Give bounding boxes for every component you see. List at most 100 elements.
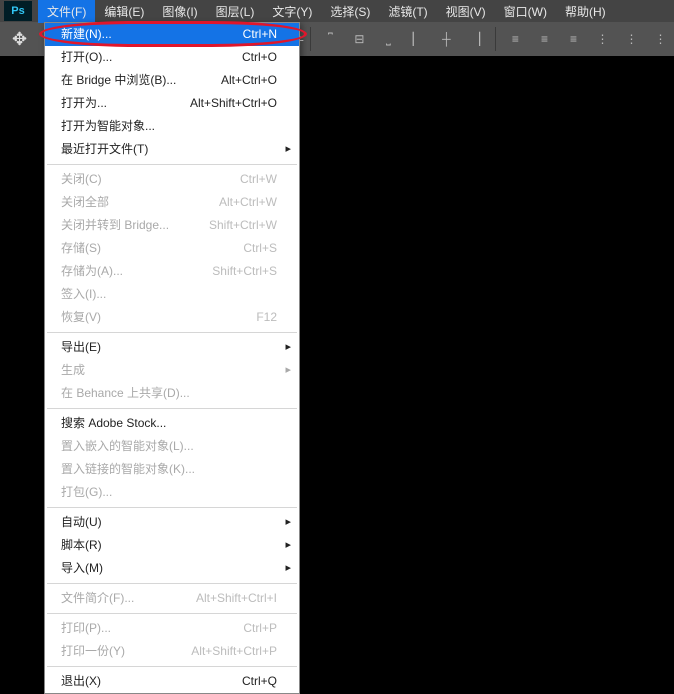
menu-item: 在 Behance 上共享(D)... — [45, 382, 299, 405]
menu-item: 关闭并转到 Bridge... Shift+Ctrl+W — [45, 214, 299, 237]
move-tool-icon[interactable]: ✥ — [6, 25, 33, 53]
menu-item-shortcut: Alt+Shift+Ctrl+O — [190, 95, 277, 112]
menu-item-label: 打包(G)... — [61, 484, 112, 501]
menu-2[interactable]: 图像(I) — [153, 0, 206, 23]
menu-separator — [47, 332, 297, 333]
menu-item[interactable]: 导出(E) — [45, 336, 299, 359]
menu-item: 生成 — [45, 359, 299, 382]
menu-item[interactable]: 新建(N)... Ctrl+N — [45, 23, 299, 46]
menu-item[interactable]: 导入(M) — [45, 557, 299, 580]
menu-item-label: 文件简介(F)... — [61, 590, 134, 607]
menu-item-shortcut: Alt+Shift+Ctrl+P — [191, 643, 277, 660]
menu-item-label: 打开为智能对象... — [61, 118, 155, 135]
menu-item-label: 关闭(C) — [61, 171, 102, 188]
menu-5[interactable]: 选择(S) — [321, 0, 379, 23]
menu-item-label: 自动(U) — [61, 514, 102, 531]
app-logo-text: Ps — [11, 5, 24, 17]
menu-separator — [47, 583, 297, 584]
align-bottom-icon[interactable]: ⎵ — [375, 25, 402, 53]
menu-8[interactable]: 窗口(W) — [495, 0, 556, 23]
distribute-left-icon[interactable]: ⋮ — [589, 25, 616, 53]
menu-item: 打包(G)... — [45, 481, 299, 504]
menu-item-shortcut: Ctrl+Q — [242, 673, 277, 690]
menu-item: 签入(I)... — [45, 283, 299, 306]
menu-6[interactable]: 滤镜(T) — [379, 0, 436, 23]
menu-item-shortcut: Ctrl+S — [243, 240, 277, 257]
menu-item-shortcut: Shift+Ctrl+S — [212, 263, 277, 280]
menu-9[interactable]: 帮助(H) — [556, 0, 615, 23]
menu-item[interactable]: 退出(X) Ctrl+Q — [45, 670, 299, 693]
menu-item-shortcut: Alt+Shift+Ctrl+I — [196, 590, 277, 607]
menu-item[interactable]: 打开为智能对象... — [45, 115, 299, 138]
menu-item-label: 打印(P)... — [61, 620, 111, 637]
menu-item[interactable]: 最近打开文件(T) — [45, 138, 299, 161]
menu-separator — [47, 613, 297, 614]
menu-item[interactable]: 在 Bridge 中浏览(B)... Alt+Ctrl+O — [45, 69, 299, 92]
menu-item-shortcut: Ctrl+W — [240, 171, 277, 188]
menu-3[interactable]: 图层(L) — [207, 0, 264, 23]
menu-item: 关闭(C) Ctrl+W — [45, 168, 299, 191]
menu-item: 文件简介(F)... Alt+Shift+Ctrl+I — [45, 587, 299, 610]
menu-item: 关闭全部 Alt+Ctrl+W — [45, 191, 299, 214]
menu-item: 置入嵌入的智能对象(L)... — [45, 435, 299, 458]
menu-item-label: 打开(O)... — [61, 49, 112, 66]
menu-item-shortcut: Ctrl+P — [243, 620, 277, 637]
menu-item[interactable]: 搜索 Adobe Stock... — [45, 412, 299, 435]
menu-item-label: 新建(N)... — [61, 26, 112, 43]
align-vcenter-icon[interactable]: ⊟ — [346, 25, 373, 53]
menu-item-label: 脚本(R) — [61, 537, 102, 554]
menu-item-shortcut: Shift+Ctrl+W — [209, 217, 277, 234]
menu-item-label: 置入链接的智能对象(K)... — [61, 461, 195, 478]
menu-item: 打印(P)... Ctrl+P — [45, 617, 299, 640]
menu-separator — [47, 666, 297, 667]
align-top-icon[interactable]: ⎴ — [317, 25, 344, 53]
distribute-right-icon[interactable]: ⋮ — [647, 25, 674, 53]
menu-item: 置入链接的智能对象(K)... — [45, 458, 299, 481]
menu-item-label: 恢复(V) — [61, 309, 101, 326]
separator — [495, 27, 496, 51]
menu-item: 存储(S)Ctrl+S — [45, 237, 299, 260]
menu-item-label: 打印一份(Y) — [61, 643, 125, 660]
menu-item-label: 生成 — [61, 362, 85, 379]
menu-7[interactable]: 视图(V) — [437, 0, 495, 23]
menu-item-label: 在 Behance 上共享(D)... — [61, 385, 190, 402]
menu-item-shortcut: Ctrl+O — [242, 49, 277, 66]
menu-item[interactable]: 打开(O)... Ctrl+O — [45, 46, 299, 69]
menu-separator — [47, 408, 297, 409]
menu-item[interactable]: 自动(U) — [45, 511, 299, 534]
menu-item-shortcut: F12 — [256, 309, 277, 326]
menu-item-label: 最近打开文件(T) — [61, 141, 148, 158]
menu-item-shortcut: Ctrl+N — [243, 26, 277, 43]
menu-item-label: 导出(E) — [61, 339, 101, 356]
menu-item[interactable]: 脚本(R) — [45, 534, 299, 557]
menubar: Ps 文件(F)编辑(E)图像(I)图层(L)文字(Y)选择(S)滤镜(T)视图… — [0, 0, 674, 22]
distribute-bottom-icon[interactable]: ≡ — [560, 25, 587, 53]
menu-item: 存储为(A)... Shift+Ctrl+S — [45, 260, 299, 283]
menu-item-label: 打开为... — [61, 95, 107, 112]
menu-item-label: 签入(I)... — [61, 286, 106, 303]
menu-item-label: 退出(X) — [61, 673, 101, 690]
menu-item-shortcut: Alt+Ctrl+W — [219, 194, 277, 211]
menu-item-label: 关闭并转到 Bridge... — [61, 217, 169, 234]
menu-item-label: 关闭全部 — [61, 194, 109, 211]
menu-item-label: 存储为(A)... — [61, 263, 123, 280]
distribute-top-icon[interactable]: ≡ — [502, 25, 529, 53]
align-right-icon[interactable]: ▕ — [462, 25, 489, 53]
menu-item-shortcut: Alt+Ctrl+O — [221, 72, 277, 89]
menu-item-label: 在 Bridge 中浏览(B)... — [61, 72, 176, 89]
menu-0[interactable]: 文件(F) — [38, 0, 95, 23]
align-left-icon[interactable]: ▏ — [404, 25, 431, 53]
distribute-hcenter-icon[interactable]: ⋮ — [618, 25, 645, 53]
distribute-vcenter-icon[interactable]: ≡ — [531, 25, 558, 53]
menu-item-label: 搜索 Adobe Stock... — [61, 415, 166, 432]
menu-1[interactable]: 编辑(E) — [95, 0, 153, 23]
menu-separator — [47, 164, 297, 165]
align-hcenter-icon[interactable]: ┼ — [433, 25, 460, 53]
separator — [310, 27, 311, 51]
menu-item[interactable]: 打开为... Alt+Shift+Ctrl+O — [45, 92, 299, 115]
menu-item: 恢复(V) F12 — [45, 306, 299, 329]
menu-4[interactable]: 文字(Y) — [263, 0, 321, 23]
app-logo: Ps — [4, 1, 32, 21]
menu-item-label: 置入嵌入的智能对象(L)... — [61, 438, 194, 455]
file-menu-dropdown: 新建(N)... Ctrl+N 打开(O)... Ctrl+O 在 Bridge 中浏览… — [44, 22, 300, 694]
